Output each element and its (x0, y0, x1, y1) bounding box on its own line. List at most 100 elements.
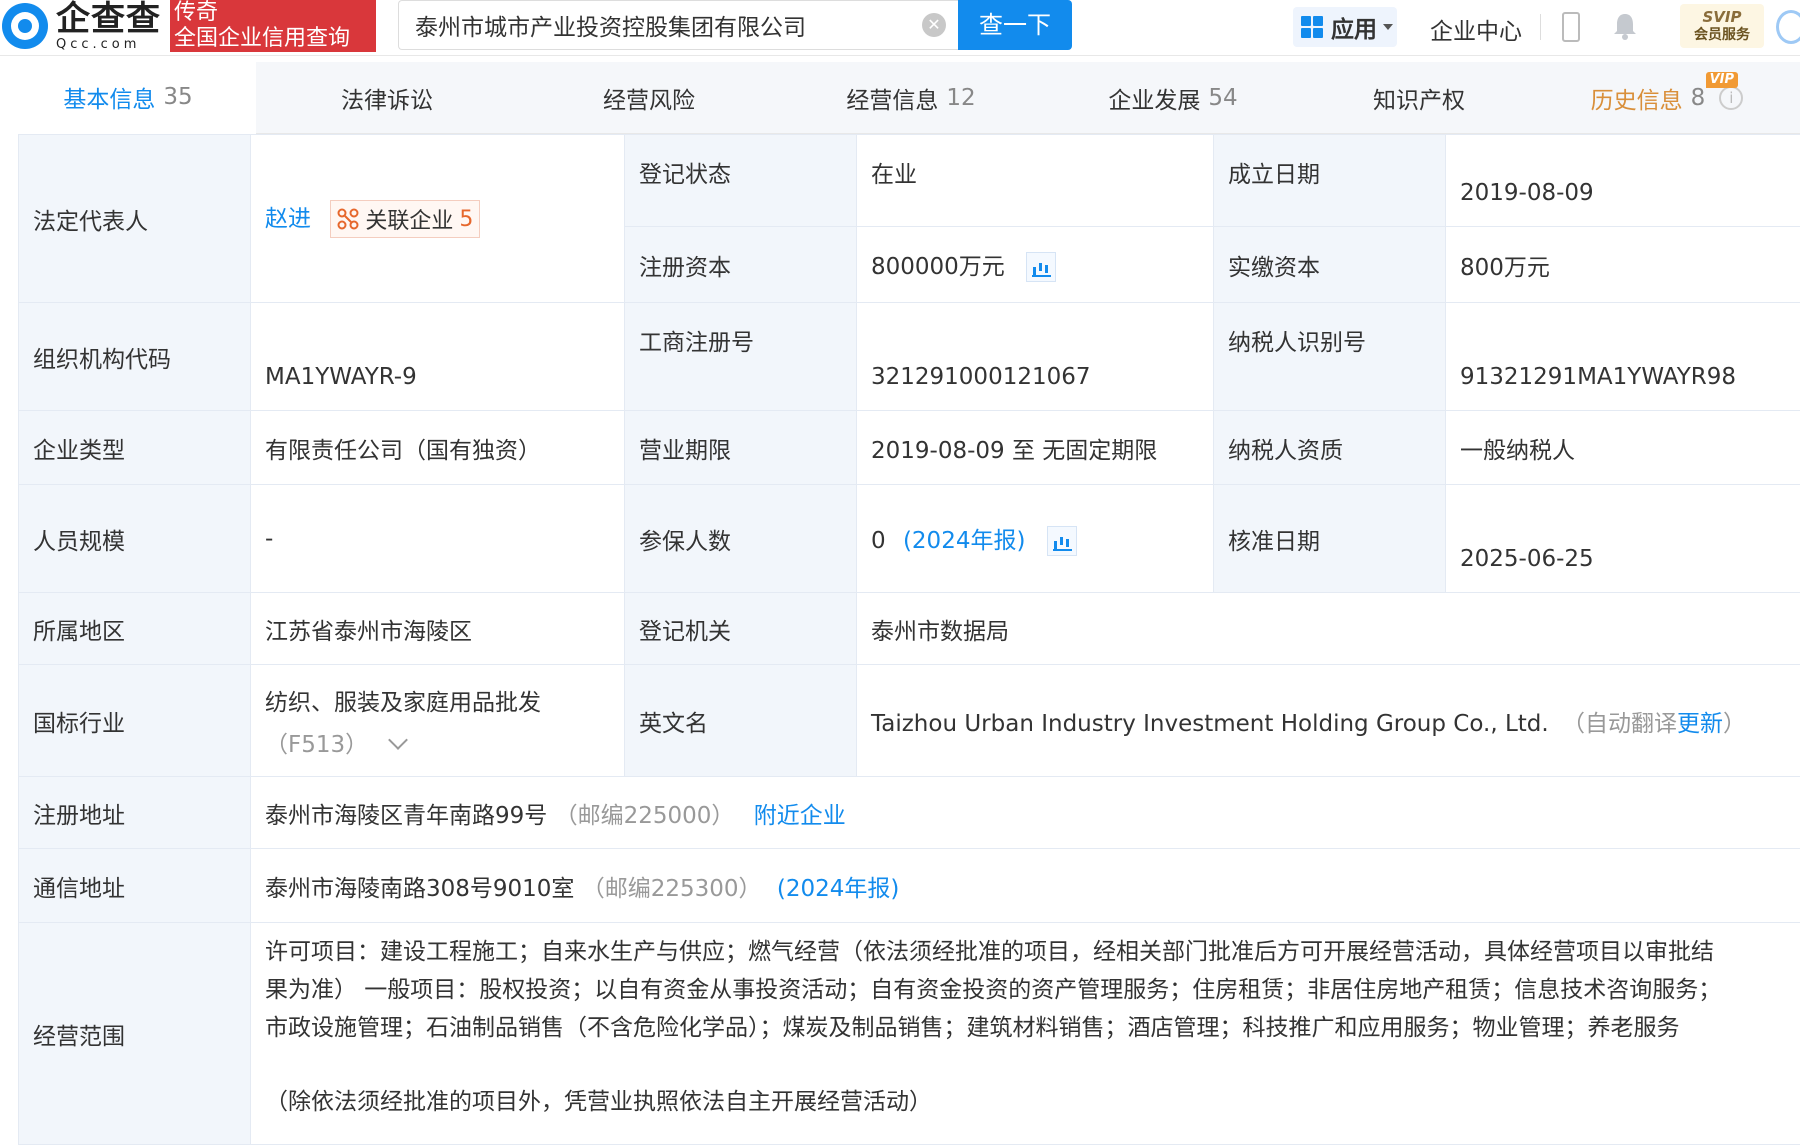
chevron-down-icon (1383, 24, 1393, 30)
english-name-cell: Taizhou Urban Industry Investment Holdin… (856, 664, 1800, 777)
scope-line: 市政设施管理；石油制品销售（不含危险化学品）；煤炭及制品销售；建筑材料销售；酒店… (265, 1015, 1680, 1041)
found-date-label: 成立日期 (1213, 134, 1446, 227)
tab-bar: 基本信息 35 法律诉讼 经营风险 经营信息 12 企业发展 54 知识产权 历… (0, 62, 1800, 134)
ent-type-label: 企业类型 (18, 410, 251, 485)
translate-note-suffix: ） (1723, 710, 1746, 737)
annual-report-link[interactable]: (2024年报) (903, 528, 1025, 554)
tab-basic-info[interactable]: 基本信息 35 (0, 62, 256, 134)
mail-address-cell: 泰州市海陵南路308号9010室 （邮编225300） (2024年报) (250, 848, 1800, 923)
clear-icon[interactable]: ✕ (922, 13, 946, 37)
nearby-companies-link[interactable]: 附近企业 (754, 803, 846, 829)
legal-rep-label: 法定代表人 (18, 134, 251, 303)
english-name-label: 英文名 (624, 664, 857, 777)
found-date-value: 2019-08-09 (1445, 134, 1800, 227)
tab-label: 基本信息 (63, 87, 156, 113)
industry-label: 国标行业 (18, 664, 251, 777)
apps-menu-button[interactable]: 应用 (1293, 7, 1397, 47)
reg-address-value: 泰州市海陵区青年南路99号 (265, 802, 548, 829)
enterprise-center-link[interactable]: 企业中心 (1430, 12, 1522, 46)
scope-cell: 许可项目：建设工程施工；自来水生产与供应；燃气经营（依法须经批准的项目，经相关部… (250, 922, 1800, 1145)
paid-capital-label: 实缴资本 (1213, 226, 1446, 303)
tab-count: 12 (946, 85, 976, 111)
scope-line: 果为准） 一般项目：股权投资；以自有资金从事投资活动；自有资金投资的资产管理服务… (265, 977, 1722, 1003)
svip-button[interactable]: SVIP 会员服务 (1680, 4, 1764, 48)
chart-icon[interactable] (1046, 526, 1077, 557)
tab-label: 企业发展 (1108, 88, 1201, 114)
chart-icon[interactable] (1026, 252, 1057, 283)
tab-risk[interactable]: 经营风险 (518, 62, 780, 134)
taxpayer-qual-label: 纳税人资质 (1213, 410, 1446, 485)
related-companies-tag[interactable]: 关联企业 5 (330, 200, 481, 239)
reg-status-value: 在业 (856, 134, 1214, 227)
grid-icon (1301, 16, 1323, 38)
scope-label: 经营范围 (18, 922, 251, 1145)
svip-label: SVIP (1702, 8, 1742, 26)
tab-operations[interactable]: 经营信息 12 (780, 62, 1042, 134)
biz-reg-no-label: 工商注册号 (624, 302, 857, 411)
network-icon (337, 208, 359, 230)
mail-postcode: （邮编225300） (581, 875, 762, 902)
tab-development[interactable]: 企业发展 54 (1042, 62, 1304, 134)
promo-line1: 传奇 (174, 0, 219, 25)
reg-capital-value: 800000万元 (871, 253, 1005, 280)
tab-label: 历史信息 (1590, 88, 1683, 114)
mail-report-link[interactable]: (2024年报) (777, 876, 899, 902)
top-header: 企查查 Qcc.com 传奇 全国企业信用查询 泰州市城市产业投资控股集团有限公… (0, 0, 1800, 56)
paid-capital-value: 800万元 (1445, 226, 1800, 303)
search-input[interactable]: 泰州市城市产业投资控股集团有限公司 (398, 0, 958, 50)
org-code-value: MA1YWAYR-9 (250, 302, 625, 411)
reg-capital-label: 注册资本 (624, 226, 857, 303)
logo-name: 企查查 (56, 0, 161, 39)
reg-capital-cell: 800000万元 (856, 226, 1214, 303)
related-label: 关联企业 (365, 209, 454, 235)
tab-count: 8 (1690, 85, 1706, 111)
reg-status-label: 登记状态 (624, 134, 857, 227)
tab-label: 经营信息 (846, 88, 939, 114)
qcc-logo[interactable]: 企查查 Qcc.com (0, 0, 161, 52)
search-button[interactable]: 查一下 (958, 0, 1072, 50)
tab-label: 知识产权 (1373, 88, 1465, 114)
vip-badge: VIP (1705, 72, 1738, 88)
tab-history[interactable]: 历史信息 8 VIP i (1534, 62, 1800, 134)
industry-value: 纺织、服装及家庭用品批发 (265, 689, 541, 716)
scope-note: （除依法须经批准的项目外，凭营业执照依法自主开展经营活动） (265, 1089, 932, 1115)
insured-label: 参保人数 (624, 484, 857, 593)
tab-label: 法律诉讼 (341, 88, 433, 114)
biz-reg-no-value: 321291000121067 (856, 302, 1214, 411)
assistant-icon[interactable] (1776, 10, 1800, 44)
basic-info-table: 法定代表人 赵进 关联企业 5 登记状态 在业 成立日期 2019-08-09 … (18, 134, 1800, 1145)
approve-date-value: 2025-06-25 (1445, 484, 1800, 593)
info-icon[interactable]: i (1719, 86, 1744, 110)
tab-legal[interactable]: 法律诉讼 (256, 62, 518, 134)
svip-subtitle: 会员服务 (1694, 27, 1750, 43)
ent-type-value: 有限责任公司（国有独资） (250, 410, 625, 485)
update-translation-link[interactable]: 更新 (1677, 711, 1723, 737)
promo-banner[interactable]: 传奇 全国企业信用查询 (170, 0, 376, 52)
taxpayer-id-value: 91321291MA1YWAYR98 (1445, 302, 1800, 411)
apps-label: 应用 (1331, 17, 1377, 43)
related-count: 5 (459, 206, 474, 232)
reg-address-label: 注册地址 (18, 776, 251, 849)
bell-icon[interactable] (1612, 12, 1638, 40)
tab-count: 54 (1208, 85, 1238, 111)
scope-line: 许可项目：建设工程施工；自来水生产与供应；燃气经营（依法须经批准的项目，经相关部… (265, 939, 1714, 965)
tab-ip[interactable]: 知识产权 (1304, 62, 1534, 134)
legal-rep-name[interactable]: 赵进 (265, 206, 311, 232)
industry-code: （F513） (265, 731, 369, 758)
taxpayer-id-label: 纳税人识别号 (1213, 302, 1446, 411)
tab-count: 35 (163, 84, 193, 110)
insured-value: 0 (871, 527, 886, 554)
reg-postcode: （邮编225000） (554, 802, 735, 829)
region-label: 所属地区 (18, 592, 251, 665)
approve-date-label: 核准日期 (1213, 484, 1446, 593)
logo-domain: Qcc.com (56, 36, 141, 52)
reg-authority-label: 登记机关 (624, 592, 857, 665)
reg-address-cell: 泰州市海陵区青年南路99号 （邮编225000） 附近企业 (250, 776, 1800, 849)
biz-term-label: 营业期限 (624, 410, 857, 485)
legal-rep-cell: 赵进 关联企业 5 (250, 134, 625, 303)
biz-term-value: 2019-08-09 至 无固定期限 (856, 410, 1214, 485)
mobile-phone-icon[interactable] (1562, 12, 1580, 42)
insured-cell: 0 (2024年报) (856, 484, 1214, 593)
chevron-down-icon[interactable] (388, 729, 409, 750)
translate-note-prefix: （自动翻译 (1562, 710, 1677, 737)
